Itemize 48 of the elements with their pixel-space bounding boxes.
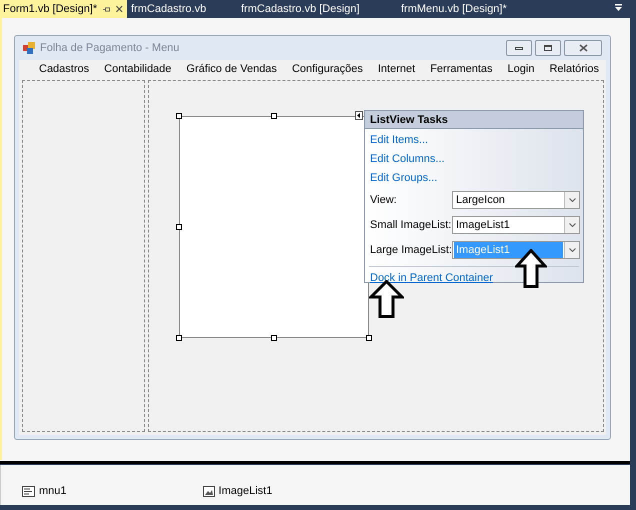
resize-handle[interactable] [176, 113, 182, 119]
document-tab[interactable]: frmCadastro.vb [Design] [237, 0, 397, 18]
component-label[interactable]: ImageList1 [218, 483, 272, 500]
window-title: Folha de Pagamento - Menu [40, 40, 180, 56]
maximize-button[interactable] [535, 40, 561, 56]
menu-item[interactable]: Cadastros [33, 61, 96, 78]
document-tab[interactable]: Form1.vb [Design]* [0, 0, 127, 18]
chevron-down-icon [568, 223, 576, 227]
close-icon[interactable] [116, 5, 123, 13]
smart-tag-button[interactable] [355, 111, 363, 120]
chevron-down-icon [568, 248, 576, 252]
resize-handle[interactable] [366, 335, 372, 341]
resize-handle[interactable] [176, 224, 182, 230]
dropdown-icon[interactable] [614, 4, 623, 12]
panel-title: ListView Tasks [365, 111, 583, 129]
task-link[interactable]: Edit Groups... [370, 170, 583, 186]
menu-item[interactable]: Relatórios [543, 61, 605, 78]
resize-handle[interactable] [271, 113, 277, 119]
up-arrow-icon [369, 280, 404, 318]
field-label: Small ImageList: [370, 218, 452, 233]
menu-item[interactable]: Configurações [286, 61, 369, 78]
resize-handle[interactable] [176, 335, 182, 341]
up-arrow-icon [515, 249, 547, 288]
menu-item[interactable]: Contabilidade [98, 61, 178, 78]
menu-component-icon [22, 486, 35, 497]
close-button[interactable] [564, 40, 602, 56]
menu-item[interactable]: Internet [372, 61, 422, 78]
image-list-icon [202, 486, 215, 497]
dropdown-field[interactable]: ImageList1 [452, 216, 580, 234]
chevron-down-icon [568, 198, 576, 202]
close-icon [578, 44, 588, 52]
menu-item[interactable]: Ferramentas [424, 61, 499, 78]
dock-link[interactable]: Dock in Parent Container [370, 270, 583, 286]
document-tab[interactable]: frmMenu.vb [Design]* [397, 0, 557, 18]
field-label: View: [370, 192, 398, 208]
minimize-button[interactable] [506, 40, 532, 56]
dropdown-field[interactable]: LargeIcon [452, 191, 580, 209]
field-label: Large ImageList: [370, 242, 452, 258]
menu-item[interactable]: Gráfico de Vendas [180, 61, 283, 78]
component-label[interactable]: mnu1 [39, 483, 67, 500]
pin-icon[interactable] [103, 6, 110, 12]
resize-handle[interactable] [271, 335, 277, 341]
task-link[interactable]: Edit Items... [370, 132, 583, 148]
document-tab[interactable]: frmCadastro.vb [127, 0, 237, 18]
app-icon [23, 42, 35, 54]
menu-item[interactable]: Login [502, 61, 540, 78]
collapse-icon [357, 113, 361, 118]
task-link[interactable]: Edit Columns... [370, 151, 583, 167]
